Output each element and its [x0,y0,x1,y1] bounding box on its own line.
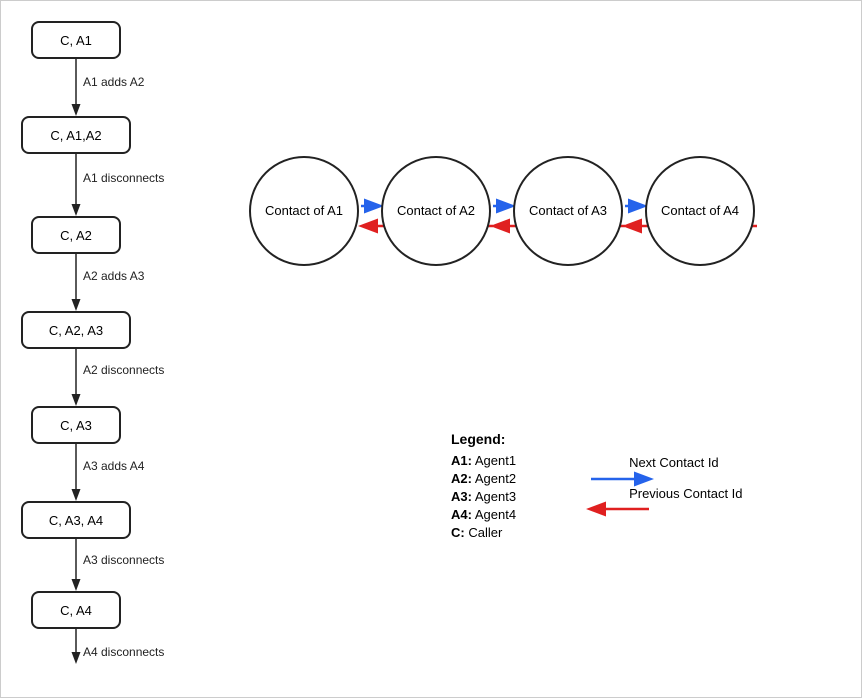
legend-item-c: C: Caller [451,525,516,540]
legend-item-a4: A4: Agent4 [451,507,516,522]
legend-item-a1: A1: Agent1 [451,453,516,468]
arrow-label-7: A4 disconnects [83,645,164,659]
flow-box-3: C, A2 [31,216,121,254]
arrow-label-2: A1 disconnects [83,171,164,185]
arrow-label-4: A2 disconnects [83,363,164,377]
legend-blue-label: Next Contact Id [629,455,719,470]
contact-circle-a4: Contact of A4 [645,156,755,266]
arrow-label-1: A1 adds A2 [83,75,144,89]
flow-box-2: C, A1,A2 [21,116,131,154]
contact-circle-a1: Contact of A1 [249,156,359,266]
legend: Legend: A1: Agent1 A2: Agent2 A3: Agent3… [451,431,743,543]
diagram-container: C, A1 C, A1,A2 C, A2 C, A2, A3 C, A3 C, … [0,0,862,698]
arrow-label-3: A2 adds A3 [83,269,144,283]
flow-box-6: C, A3, A4 [21,501,131,539]
legend-item-a2: A2: Agent2 [451,471,516,486]
arrow-label-5: A3 adds A4 [83,459,144,473]
legend-arrow-section: Next Contact Id Previous Contact Id [556,455,742,543]
flow-box-1: C, A1 [31,21,121,59]
legend-red-label: Previous Contact Id [629,486,742,501]
contact-circle-a3: Contact of A3 [513,156,623,266]
legend-red-arrow-row: Previous Contact Id [556,486,742,501]
arrows-svg [1,1,862,699]
legend-items: A1: Agent1 A2: Agent2 A3: Agent3 A4: Age… [451,453,516,543]
flow-box-4: C, A2, A3 [21,311,131,349]
legend-blue-arrow-row: Next Contact Id [556,455,742,470]
legend-item-a3: A3: Agent3 [451,489,516,504]
arrow-label-6: A3 disconnects [83,553,164,567]
legend-title: Legend: [451,431,743,447]
flow-box-7: C, A4 [31,591,121,629]
flow-box-5: C, A3 [31,406,121,444]
contact-circle-a2: Contact of A2 [381,156,491,266]
